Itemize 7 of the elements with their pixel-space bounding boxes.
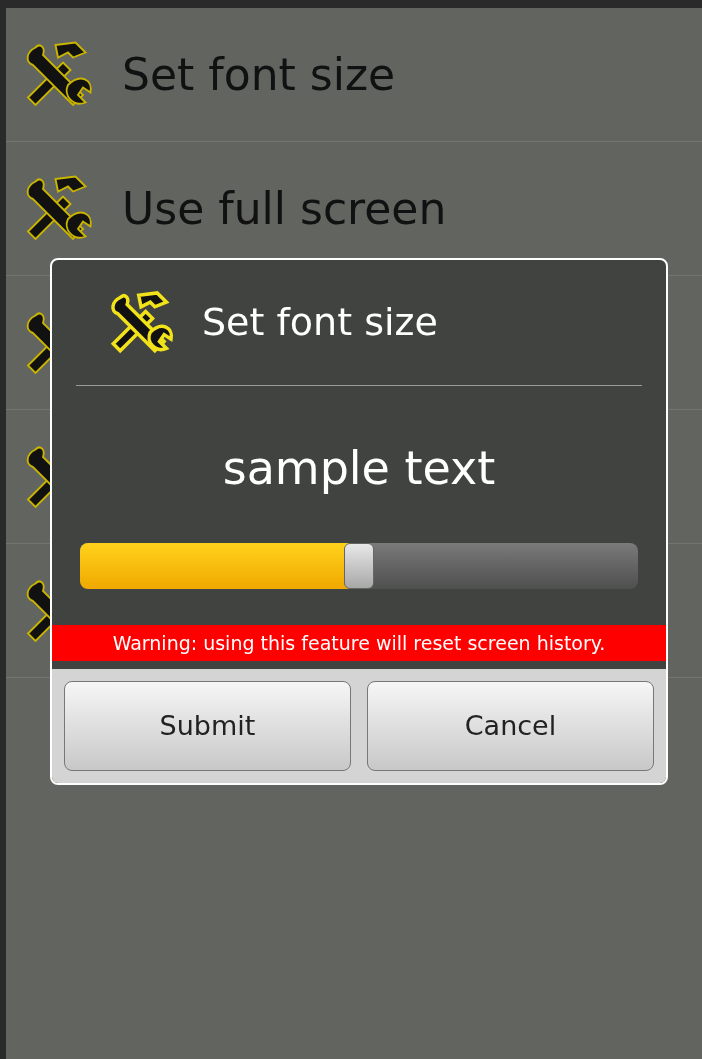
slider-track[interactable] <box>80 543 638 589</box>
dialog-title: Set font size <box>202 299 438 346</box>
sample-text: sample text <box>222 440 496 497</box>
warning-banner: Warning: using this feature will reset screen history. <box>52 625 666 661</box>
dialog-button[interactable]: Submit <box>64 681 351 771</box>
slider-thumb[interactable] <box>344 543 374 589</box>
dialog-button[interactable]: Cancel <box>367 681 654 771</box>
